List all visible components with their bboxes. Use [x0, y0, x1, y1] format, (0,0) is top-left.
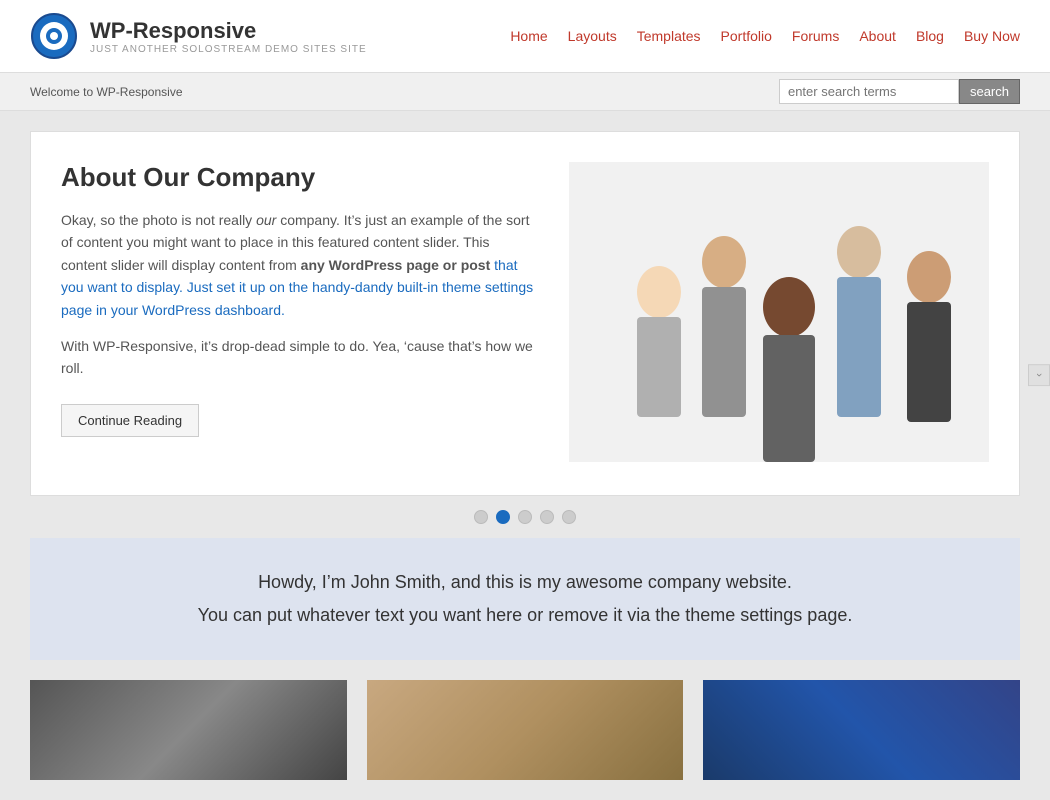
business-people-image	[569, 162, 989, 462]
slide-p1-italic: our	[256, 212, 276, 228]
dot-2[interactable]	[496, 510, 510, 524]
nav-portfolio[interactable]: Portfolio	[721, 28, 772, 44]
slide-p1-bold: any WordPress page or post	[301, 257, 491, 273]
slide-image	[569, 162, 989, 465]
intro-band: Howdy, I’m John Smith, and this is my aw…	[30, 538, 1020, 660]
continue-reading-button[interactable]: Continue Reading	[61, 404, 199, 437]
nav-buynow[interactable]: Buy Now	[964, 28, 1020, 44]
dot-4[interactable]	[540, 510, 554, 524]
toolbar-bar: Welcome to WP-Responsive search	[0, 73, 1050, 111]
intro-line1: Howdy, I’m John Smith, and this is my aw…	[50, 568, 1000, 597]
intro-line2: You can put whatever text you want here …	[50, 601, 1000, 630]
welcome-text: Welcome to WP-Responsive	[30, 85, 183, 99]
dot-5[interactable]	[562, 510, 576, 524]
slider-dots	[30, 496, 1020, 538]
slide-text: About Our Company Okay, so the photo is …	[61, 162, 539, 437]
site-title: WP-Responsive	[90, 18, 367, 44]
nav-templates[interactable]: Templates	[637, 28, 701, 44]
header: WP-Responsive Just another Solostream de…	[0, 0, 1050, 73]
nav-home[interactable]: Home	[510, 28, 547, 44]
slider-box: About Our Company Okay, so the photo is …	[30, 131, 1020, 496]
slide-title: About Our Company	[61, 162, 539, 193]
dot-3[interactable]	[518, 510, 532, 524]
slide-p1-plain: Okay, so the photo is not really	[61, 212, 256, 228]
logo-area: WP-Responsive Just another Solostream de…	[30, 12, 367, 60]
nav-about[interactable]: About	[859, 28, 896, 44]
nav-blog[interactable]: Blog	[916, 28, 944, 44]
logo-icon	[30, 12, 78, 60]
dot-1[interactable]	[474, 510, 488, 524]
site-subtitle: Just another Solostream demo sites site	[90, 44, 367, 55]
scroll-hint[interactable]: ›	[1028, 364, 1050, 386]
thumbnails	[30, 680, 1020, 780]
logo-text: WP-Responsive Just another Solostream de…	[90, 18, 367, 55]
nav-layouts[interactable]: Layouts	[568, 28, 617, 44]
search-button[interactable]: search	[959, 79, 1020, 104]
thumbnail-2[interactable]	[367, 680, 684, 780]
main-nav: Home Layouts Templates Portfolio Forums …	[510, 28, 1020, 44]
search-form: search	[779, 79, 1020, 104]
search-input[interactable]	[779, 79, 959, 104]
thumbnail-1[interactable]	[30, 680, 347, 780]
thumbnail-3[interactable]	[703, 680, 1020, 780]
nav-forums[interactable]: Forums	[792, 28, 839, 44]
main-content: About Our Company Okay, so the photo is …	[15, 131, 1035, 780]
slide-paragraph2: With WP-Responsive, it’s drop-dead simpl…	[61, 335, 539, 380]
slide-paragraph1: Okay, so the photo is not really our com…	[61, 209, 539, 321]
